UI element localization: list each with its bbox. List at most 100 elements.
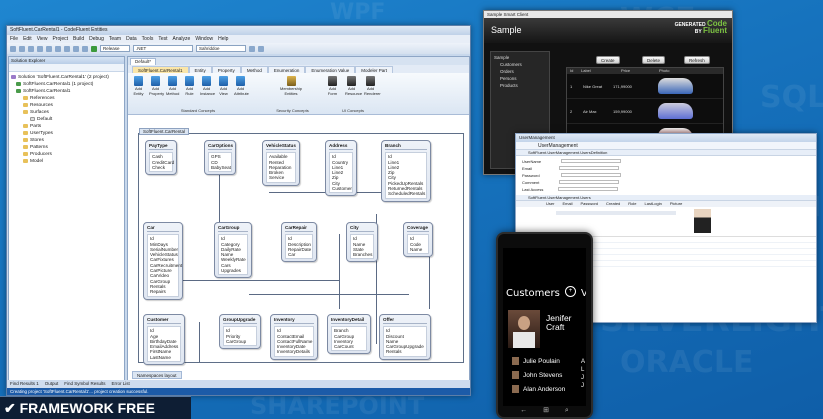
tree-item[interactable]: Products	[494, 82, 546, 89]
menu-debug[interactable]: Debug	[89, 35, 104, 43]
entity-box[interactable]: Customer Id Age BirthdayDate EmailAddress Fir…	[143, 314, 185, 366]
entity-box[interactable]: Inventory Id ContactEmail ContactFullName In…	[270, 314, 318, 360]
add-rule-button[interactable]: Add Rule	[183, 76, 196, 96]
namespace-layout-tab[interactable]: Namespaces layout	[132, 371, 182, 379]
table-row[interactable]: 2 Air Max 159,99000	[567, 99, 723, 124]
tree-item[interactable]: Surfaces	[11, 109, 122, 116]
add-attribute-button[interactable]: Add Attribute	[234, 76, 249, 96]
add-instance-button[interactable]: Add Instance	[200, 76, 215, 96]
entity-box[interactable]: Branch Id Line1 Line2 Zip City PickedUpRentals…	[381, 140, 431, 202]
model-canvas[interactable]: SoftFluent.CarRental PayType Cash CreditCa…	[138, 128, 464, 366]
menu-analyze[interactable]: Analyze	[173, 35, 191, 43]
menu-tools[interactable]: Tools	[142, 35, 154, 43]
menu-project[interactable]: Project	[52, 35, 68, 43]
entity-box[interactable]: GroupUpgrade Id Priority CarGroup	[219, 314, 261, 350]
save-all-icon[interactable]	[37, 45, 43, 52]
form-input[interactable]	[558, 187, 619, 191]
ribbon-tab-modeler-part[interactable]: Modeler Part	[355, 66, 394, 73]
entity-box[interactable]: Coverage Id Code Name	[403, 222, 433, 258]
tab-error-list[interactable]: Error List	[112, 380, 130, 388]
add-form-button[interactable]: Add Form	[326, 76, 339, 96]
redo-icon[interactable]	[82, 45, 88, 52]
ribbon-tab-enumeration-value[interactable]: Enumeration Value	[305, 66, 356, 73]
entity-box[interactable]: CarOptions GPS CD BabySeat	[204, 140, 236, 176]
tree-item[interactable]: References	[11, 95, 122, 102]
form-input[interactable]	[561, 159, 622, 163]
membership-entities-button[interactable]: Membership Entities	[278, 76, 304, 96]
find-icon[interactable]	[249, 45, 255, 52]
properties-icon[interactable]	[258, 45, 264, 52]
tree-item[interactable]: Orders	[494, 68, 546, 75]
entity-box[interactable]: Address Id Country Line1 Line2 Zip City Custome…	[325, 140, 357, 197]
entity-box[interactable]: Car Id MinDays SerialNumber VehicleStatus Car…	[143, 222, 183, 300]
menu-edit[interactable]: Edit	[23, 35, 32, 43]
copy-icon[interactable]	[55, 45, 61, 52]
tree-item[interactable]: SoftFluent.CarRental1 (1 project)	[11, 81, 122, 88]
add-method-button[interactable]: Add Method	[166, 76, 179, 96]
menu-data[interactable]: Data	[126, 35, 137, 43]
tree-item[interactable]: Persons	[494, 75, 546, 82]
open-icon[interactable]	[19, 45, 25, 52]
new-file-icon[interactable]	[10, 45, 16, 52]
tab-find-symbol[interactable]: Find Symbol Results	[64, 380, 105, 388]
tree-item[interactable]: Sample	[494, 54, 546, 61]
ribbon-tab-method[interactable]: Method	[240, 66, 268, 73]
add-icon[interactable]: +	[565, 286, 576, 297]
tree-item[interactable]: Default	[11, 116, 122, 123]
list-item[interactable]: John Stevens	[512, 371, 562, 379]
menu-test[interactable]: Test	[158, 35, 167, 43]
tree-item[interactable]: Model	[11, 158, 122, 165]
tree-item[interactable]: Resources	[11, 102, 122, 109]
delete-button[interactable]: Delete	[642, 56, 666, 64]
add-entity-button[interactable]: Add Entity	[132, 76, 145, 96]
add-renderer-button[interactable]: Add Renderer	[364, 76, 381, 96]
list-item[interactable]: Julie Poulain	[512, 357, 560, 365]
cut-icon[interactable]	[46, 45, 52, 52]
form-input[interactable]	[559, 166, 620, 170]
tree-item[interactable]: Patterns	[11, 144, 122, 151]
featured-customer-name[interactable]: Jenifer Craft	[546, 314, 572, 332]
menu-build[interactable]: Build	[73, 35, 84, 43]
tree-item[interactable]: UserTypes	[11, 130, 122, 137]
menu-view[interactable]: View	[37, 35, 48, 43]
tab-find-results[interactable]: Find Results 1	[10, 380, 39, 388]
ribbon-tab-entity[interactable]: Entity	[188, 66, 212, 73]
tree-item[interactable]: SoftFluent.CarRental1	[11, 88, 122, 95]
ribbon-tab-project[interactable]: SoftFluent.CarRental1	[132, 66, 189, 73]
tree-item[interactable]: Customers	[494, 61, 546, 68]
target-combo[interactable]: Sahriddoe	[196, 45, 246, 52]
paste-icon[interactable]	[64, 45, 70, 52]
menu-team[interactable]: Team	[109, 35, 121, 43]
avatar[interactable]	[508, 310, 540, 348]
add-resource-button[interactable]: Add Resource	[345, 76, 362, 96]
menu-help[interactable]: Help	[218, 35, 228, 43]
form-input[interactable]	[559, 180, 620, 184]
back-icon[interactable]: ←	[520, 407, 527, 414]
create-button[interactable]: Create	[596, 56, 620, 64]
entity-box[interactable]: City Id Name State Branches	[346, 222, 378, 263]
undo-icon[interactable]	[73, 45, 79, 52]
entity-box[interactable]: Offer Id Discount Name CarGroupUpgrade Rental…	[379, 314, 431, 360]
document-tab[interactable]: Default*	[130, 58, 157, 65]
menu-file[interactable]: File	[10, 35, 18, 43]
entity-box[interactable]: VehicleStatus Available Rented Reparation Br…	[262, 140, 300, 186]
form-input[interactable]	[560, 173, 621, 177]
list-item[interactable]: Alan Anderson	[512, 385, 565, 393]
entity-box[interactable]: CarRepair Id Description RepairDate Car	[281, 222, 317, 263]
add-property-button[interactable]: Add Property	[149, 76, 164, 96]
menu-window[interactable]: Window	[195, 35, 213, 43]
tab-output[interactable]: Output	[45, 380, 59, 388]
entity-box[interactable]: CarGroup Id Category DailyRate Name WeeklyRat…	[214, 222, 252, 279]
add-view-button[interactable]: Add View	[217, 76, 230, 96]
save-icon[interactable]	[28, 45, 34, 52]
platform-combo[interactable]: .NET	[133, 45, 193, 52]
tree-item[interactable]: Producers	[11, 151, 122, 158]
windows-icon[interactable]: ⊞	[543, 407, 549, 414]
entity-box[interactable]: PayType Cash CreditCard Check	[145, 140, 177, 176]
start-debug-icon[interactable]	[91, 45, 97, 52]
config-combo[interactable]: Release	[100, 45, 130, 52]
refresh-button[interactable]: Refresh	[684, 56, 710, 64]
ribbon-tab-property[interactable]: Property	[211, 66, 241, 73]
tree-item[interactable]: Stores	[11, 137, 122, 144]
tree-item[interactable]: Parts	[11, 123, 122, 130]
